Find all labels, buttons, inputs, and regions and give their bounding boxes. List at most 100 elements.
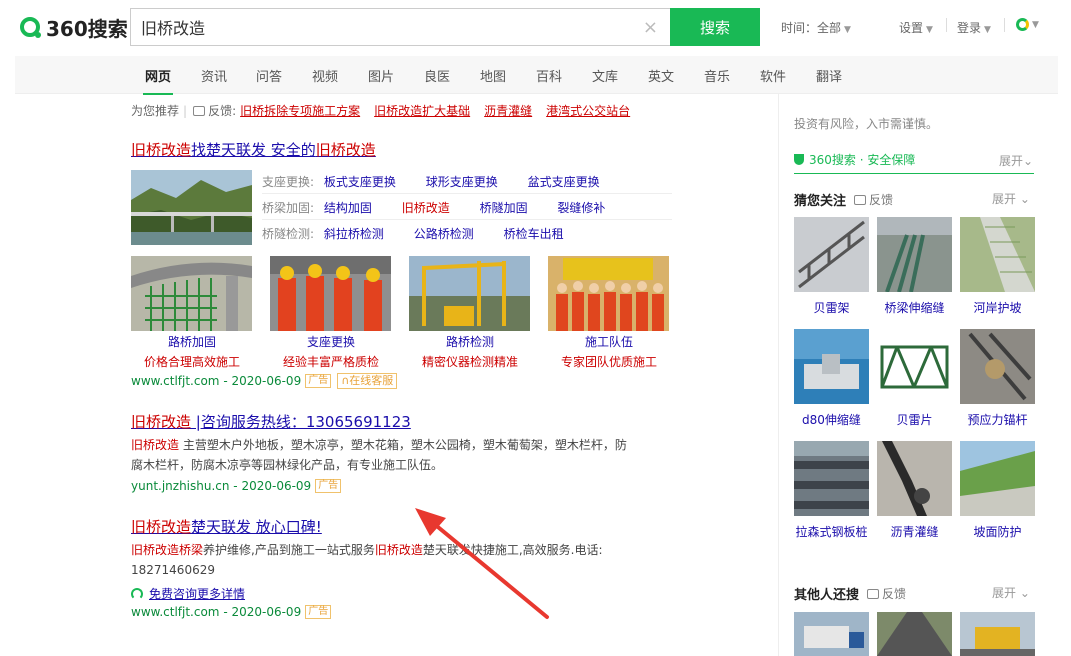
url-text[interactable]: yunt.jnzhishu.cn - 2020-06-09 <box>131 479 311 493</box>
related-tile[interactable]: 拉森式钢板桩 <box>794 441 869 541</box>
feedback-link[interactable]: 反馈 <box>867 585 906 602</box>
pic-title[interactable]: 路桥加固 <box>131 333 253 350</box>
related-tile[interactable]: 沥青灌缝 <box>877 441 952 541</box>
service-label: 在线客服 <box>349 374 394 387</box>
pic-team[interactable] <box>548 256 669 331</box>
tab-baike[interactable]: 百科 <box>536 66 562 85</box>
expand-label: 展开 <box>992 586 1017 600</box>
pic-subtitle: 经验丰富严格质检 <box>282 355 379 369</box>
related-tile[interactable]: 坡面防护 <box>960 441 1035 541</box>
feedback-link[interactable]: 反馈: <box>208 102 236 119</box>
service-row: 支座更换: 板式支座更换 球形支座更换 盆式支座更换 <box>262 173 626 190</box>
pic-inspection[interactable] <box>409 256 530 331</box>
row-link[interactable]: 盆式支座更换 <box>528 175 600 189</box>
tab-map[interactable]: 地图 <box>480 66 506 85</box>
settings-menu[interactable]: 设置 ▼ <box>899 19 933 36</box>
tab-software[interactable]: 软件 <box>760 66 786 85</box>
pic-subtitle: 精密仪器检测精准 <box>421 355 518 369</box>
related-tile[interactable]: d80伸缩缝 <box>794 329 869 429</box>
recommend-link[interactable]: 旧桥拆除专项施工方案 <box>240 102 360 119</box>
row-link[interactable]: 球形支座更换 <box>426 175 498 189</box>
search-input[interactable] <box>131 9 631 45</box>
recommend-link[interactable]: 港湾式公交站台 <box>546 102 630 119</box>
tab-images[interactable]: 图片 <box>368 66 394 85</box>
desc-text: 养护维修,产品到施工一站式服务 <box>203 543 375 557</box>
related-tile-image[interactable] <box>877 612 952 656</box>
tab-qa[interactable]: 问答 <box>256 66 282 85</box>
chevron-down-icon: ⌄ <box>1023 154 1034 168</box>
guess-section-title: 猜您关注 反馈 <box>794 190 893 209</box>
consult-link[interactable]: 免费咨询更多详情 <box>131 585 245 602</box>
feedback-label: 反馈 <box>869 193 894 207</box>
row-link[interactable]: 板式支座更换 <box>324 175 396 189</box>
feedback-icon <box>193 105 206 116</box>
pic-caption: 路桥检测 精密仪器检测精准 <box>409 333 531 370</box>
pic-title[interactable]: 支座更换 <box>270 333 392 350</box>
logo[interactable]: 360搜索 <box>20 12 128 42</box>
tab-music[interactable]: 音乐 <box>704 66 730 85</box>
row-link[interactable]: 裂缝修补 <box>557 201 605 215</box>
tab-video[interactable]: 视频 <box>312 66 338 85</box>
row-link[interactable]: 公路桥检测 <box>414 227 474 241</box>
expand-toggle[interactable]: 展开 ⌄ <box>992 584 1030 601</box>
row-link[interactable]: 斜拉桥检测 <box>324 227 384 241</box>
tab-doctor[interactable]: 良医 <box>424 66 450 85</box>
related-tile[interactable]: 预应力锚杆 <box>960 329 1035 429</box>
online-service-button[interactable]: ∩在线客服 <box>337 373 398 389</box>
result-title[interactable]: 旧桥改造楚天联发 放心口碑! <box>131 516 322 537</box>
recommend-prefix: 为您推荐 <box>131 104 180 118</box>
divider <box>262 193 672 194</box>
feedback-icon <box>854 194 867 205</box>
feedback-link[interactable]: 反馈 <box>854 191 893 208</box>
related-tile-image[interactable] <box>794 612 869 656</box>
tile-label: 贝雷架 <box>813 301 850 315</box>
tab-translate[interactable]: 翻译 <box>816 66 842 85</box>
search-button[interactable]: 搜索 <box>670 8 760 46</box>
tab-english[interactable]: 英文 <box>648 66 674 85</box>
headset-icon <box>131 587 143 600</box>
related-tile-image[interactable] <box>960 612 1035 656</box>
tab-news[interactable]: 资讯 <box>201 66 227 85</box>
inspection-image <box>409 256 530 331</box>
expand-toggle[interactable]: 展开 ⌄ <box>992 190 1030 207</box>
tile-label: 河岸护坡 <box>973 301 1022 315</box>
desc-text: 腐木栏杆，防腐木凉亭等园林绿化产品，有专业施工队伍。 <box>131 458 444 472</box>
pic-road-bridge[interactable] <box>131 256 252 331</box>
time-filter[interactable]: 时间：全部 ▼ <box>781 19 851 36</box>
pic-caption: 施工队伍 专家团队优质施工 <box>548 333 670 370</box>
login-menu[interactable]: 登录 ▼ <box>957 19 991 36</box>
related-tile[interactable]: 贝雷片 <box>877 329 952 429</box>
section-title: 其他人还搜 <box>794 588 860 603</box>
feedback-label: 反馈 <box>882 587 907 601</box>
expand-label: 展开 <box>992 192 1017 206</box>
search-box: × <box>130 8 670 46</box>
row-link[interactable]: 结构加固 <box>324 201 372 215</box>
tab-web[interactable]: 网页 <box>142 66 174 95</box>
pic-title[interactable]: 路桥检测 <box>409 333 531 350</box>
recommend-link[interactable]: 旧桥改造扩大基础 <box>374 102 470 119</box>
recommend-bar: 为您推荐 | 反馈: 旧桥拆除专项施工方案 旧桥改造扩大基础 沥青灌缝 港湾式公… <box>131 102 630 119</box>
result-title[interactable]: 旧桥改造找楚天联发 安全的旧桥改造 <box>131 139 376 160</box>
expand-toggle[interactable]: 展开⌄ <box>999 152 1033 169</box>
row-link[interactable]: 旧桥改造 <box>402 201 450 215</box>
pic-bearing[interactable] <box>270 256 391 331</box>
safety-label[interactable]: 360搜索 · 安全保障 <box>809 151 915 168</box>
related-tile[interactable]: 河岸护坡 <box>960 217 1035 317</box>
arrow-annotation <box>415 508 549 619</box>
title-text: 找楚天联发 安全的 <box>191 141 316 159</box>
feedback-icon <box>867 588 880 599</box>
url-text[interactable]: www.ctlfjt.com - 2020-06-09 <box>131 374 301 388</box>
row-link[interactable]: 桥隧加固 <box>480 201 528 215</box>
recommend-link[interactable]: 沥青灌缝 <box>484 102 532 119</box>
related-tile[interactable]: 贝雷架 <box>794 217 869 317</box>
desc-phone: 18271460629 <box>131 563 215 577</box>
url-text[interactable]: www.ctlfjt.com - 2020-06-09 <box>131 605 301 619</box>
pic-title[interactable]: 施工队伍 <box>548 333 670 350</box>
result-title[interactable]: 旧桥改造 |咨询服务热线：13065691123 <box>131 411 411 432</box>
row-link[interactable]: 桥检车出租 <box>504 227 564 241</box>
app-menu[interactable]: ▼ <box>1016 18 1039 31</box>
clear-icon[interactable]: × <box>643 17 658 38</box>
bridge-thumbnail[interactable] <box>131 170 252 245</box>
related-tile[interactable]: 桥梁伸缩缝 <box>877 217 952 317</box>
tab-wenku[interactable]: 文库 <box>592 66 618 85</box>
